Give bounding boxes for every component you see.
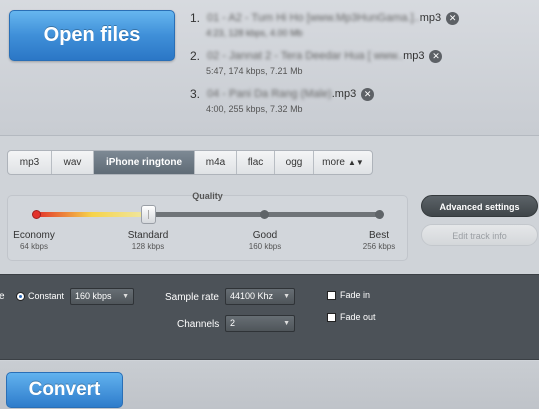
fade-in-checkbox[interactable]	[327, 291, 336, 300]
file-item-2: 2. 02 - Jannat 2 - Tera Deedar Hua [ www…	[190, 48, 530, 76]
format-tabs: mp3 wav iPhone ringtone m4a flac ogg mor…	[7, 150, 373, 175]
file-meta: 4:00, 255 kbps, 7.32 Mb	[206, 104, 303, 114]
channels-label: Channels	[177, 319, 220, 330]
quality-slider-fill	[36, 212, 148, 217]
advanced-settings-button[interactable]: Advanced settings	[421, 195, 538, 217]
remove-file-icon[interactable]: ✕	[429, 49, 443, 63]
edit-track-info-button: Edit track info	[421, 224, 538, 246]
tab-ogg[interactable]: ogg	[275, 151, 314, 174]
quality-level-bitrate: 64 kbps	[19, 242, 49, 251]
tab-more-label: more	[322, 157, 345, 168]
fade-out-checkbox[interactable]	[327, 313, 336, 322]
quality-level-label: Best	[368, 230, 389, 241]
tab-flac[interactable]: flac	[237, 151, 275, 174]
quality-level-standard: Standard 128 kbps	[113, 230, 183, 251]
file-item-3: 3. 04 - Pani Da Rang (Male) .mp3 ✕ 4:00,…	[190, 86, 530, 114]
quality-title: Quality	[192, 191, 223, 201]
quality-level-label: Good	[252, 230, 278, 241]
fade-out-label: Fade out	[340, 312, 376, 322]
quality-stop-economy[interactable]	[32, 210, 41, 219]
constant-label: Constant	[28, 291, 65, 301]
file-name: 02 - Jannat 2 - Tera Deedar Hua [ www..	[207, 50, 404, 62]
file-name: 01 - A2 - Tum Hi Ho [www.Mp3HunGama.]..	[207, 12, 420, 24]
file-meta: 4:23, 128 kbps, 4.00 Mb	[206, 28, 303, 38]
file-meta: 5:47, 174 kbps, 7.21 Mb	[206, 66, 303, 76]
chevron-down-icon: ▼	[283, 320, 290, 327]
channels-select[interactable]: 2 ▼	[225, 315, 295, 332]
tab-wav[interactable]: wav	[52, 151, 94, 174]
file-number: 3.	[190, 87, 201, 101]
sample-rate-value: 44100 Khz	[230, 291, 274, 301]
file-extension: mp3	[419, 12, 442, 24]
file-number: 2.	[190, 49, 201, 63]
file-number: 1.	[190, 11, 201, 25]
quality-stop-best[interactable]	[375, 210, 384, 219]
chevron-updown-icon: ▲▼	[347, 158, 364, 167]
quality-level-label: Economy	[13, 230, 55, 241]
file-extension: mp3	[403, 50, 425, 62]
quality-level-bitrate: 160 kbps	[248, 242, 282, 251]
quality-level-economy: Economy 64 kbps	[0, 230, 69, 251]
channels-value: 2	[230, 318, 236, 328]
file-name: 04 - Pani Da Rang (Male)	[207, 88, 332, 100]
sample-rate-select[interactable]: 44100 Khz ▼	[225, 288, 295, 305]
quality-level-best: Best 256 kbps	[344, 230, 414, 251]
quality-level-bitrate: 256 kbps	[362, 242, 396, 251]
fade-in-label: Fade in	[340, 290, 371, 300]
bitrate-mode-label: e	[0, 291, 5, 302]
quality-level-good: Good 160 kbps	[230, 230, 300, 251]
quality-box	[7, 195, 408, 261]
remove-file-icon[interactable]: ✕	[446, 11, 460, 25]
tab-iphone-ringtone[interactable]: iPhone ringtone	[94, 151, 195, 174]
chevron-down-icon: ▼	[283, 293, 290, 300]
convert-button[interactable]: Convert	[6, 372, 123, 408]
tab-more[interactable]: more ▲▼	[314, 151, 372, 174]
chevron-down-icon: ▼	[122, 293, 129, 300]
tab-m4a[interactable]: m4a	[195, 151, 237, 174]
file-extension: .mp3	[331, 88, 357, 100]
constant-radio[interactable]	[16, 292, 25, 301]
quality-stop-good[interactable]	[260, 210, 269, 219]
file-item-1: 1. 01 - A2 - Tum Hi Ho [www.Mp3HunGama.]…	[190, 10, 530, 38]
tab-mp3[interactable]: mp3	[8, 151, 52, 174]
quality-slider-handle[interactable]	[141, 205, 156, 224]
bitrate-value: 160 kbps	[75, 291, 112, 301]
open-files-button[interactable]: Open files	[9, 10, 175, 61]
bitrate-select[interactable]: 160 kbps ▼	[70, 288, 134, 305]
sample-rate-label: Sample rate	[165, 292, 219, 303]
quality-level-label: Standard	[127, 230, 169, 241]
remove-file-icon[interactable]: ✕	[361, 87, 375, 101]
quality-level-bitrate: 128 kbps	[131, 242, 165, 251]
